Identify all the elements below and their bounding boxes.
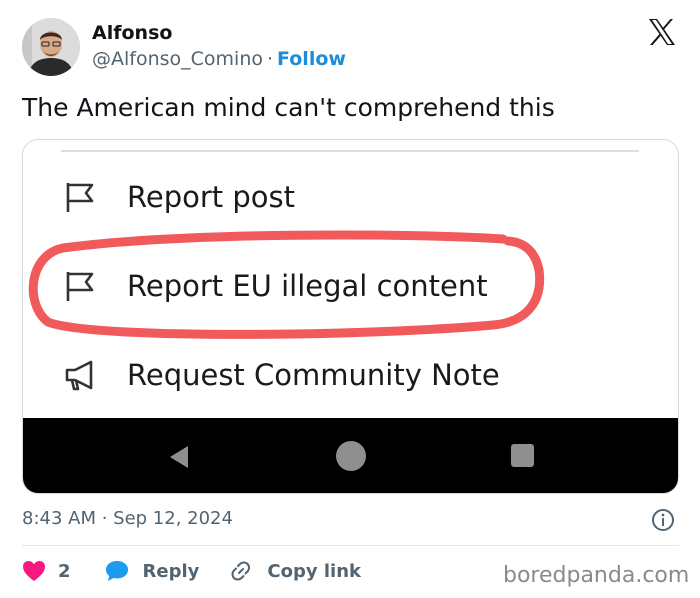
user-handle[interactable]: @Alfonso_Comino (92, 48, 263, 70)
avatar[interactable] (22, 18, 80, 76)
link-icon (231, 561, 251, 581)
copy-link-label: Copy link (267, 560, 361, 582)
menu-item-report-eu-illegal-content[interactable]: Report EU illegal content (63, 261, 488, 311)
watermark: boredpanda.com (503, 563, 690, 588)
separator: · (267, 48, 274, 70)
back-icon[interactable] (166, 444, 192, 470)
menu-item-label: Report EU illegal content (127, 269, 488, 303)
menu-item-request-community-note[interactable]: Request Community Note (63, 350, 500, 400)
reply-button[interactable]: Reply (105, 560, 200, 582)
menu-divider (61, 150, 639, 152)
like-count: 2 (58, 560, 71, 582)
heart-icon (23, 561, 45, 581)
tweet-text: The American mind can't comprehend this (22, 93, 555, 122)
reply-label: Reply (142, 560, 200, 582)
android-navbar (23, 418, 678, 493)
flag-icon (66, 272, 94, 301)
menu-item-report-post[interactable]: Report post (63, 172, 295, 222)
display-name[interactable]: Alfonso (92, 22, 172, 44)
copy-link-button[interactable]: Copy link (229, 559, 361, 583)
tweet-actions: 2 Reply Copy link (22, 557, 361, 585)
recents-icon[interactable] (511, 444, 534, 467)
divider (22, 545, 679, 546)
tweet-timestamp[interactable]: 8:43 AM · Sep 12, 2024 (22, 508, 233, 529)
flag-icon (66, 183, 94, 212)
menu-item-label: Request Community Note (127, 358, 500, 392)
menu-item-label: Report post (127, 180, 295, 214)
like-button[interactable]: 2 (22, 560, 71, 582)
reply-bubble-icon (105, 561, 128, 581)
tweet-media[interactable]: Report post Report EU illegal content Re… (22, 139, 679, 494)
home-icon[interactable] (336, 441, 366, 471)
info-icon[interactable] (651, 508, 675, 532)
avatar-photo (22, 18, 80, 76)
follow-button[interactable]: Follow (277, 48, 346, 70)
x-logo-icon[interactable] (647, 18, 677, 46)
megaphone-icon (65, 360, 93, 391)
handle-row: @Alfonso_Comino · Follow (92, 48, 346, 70)
